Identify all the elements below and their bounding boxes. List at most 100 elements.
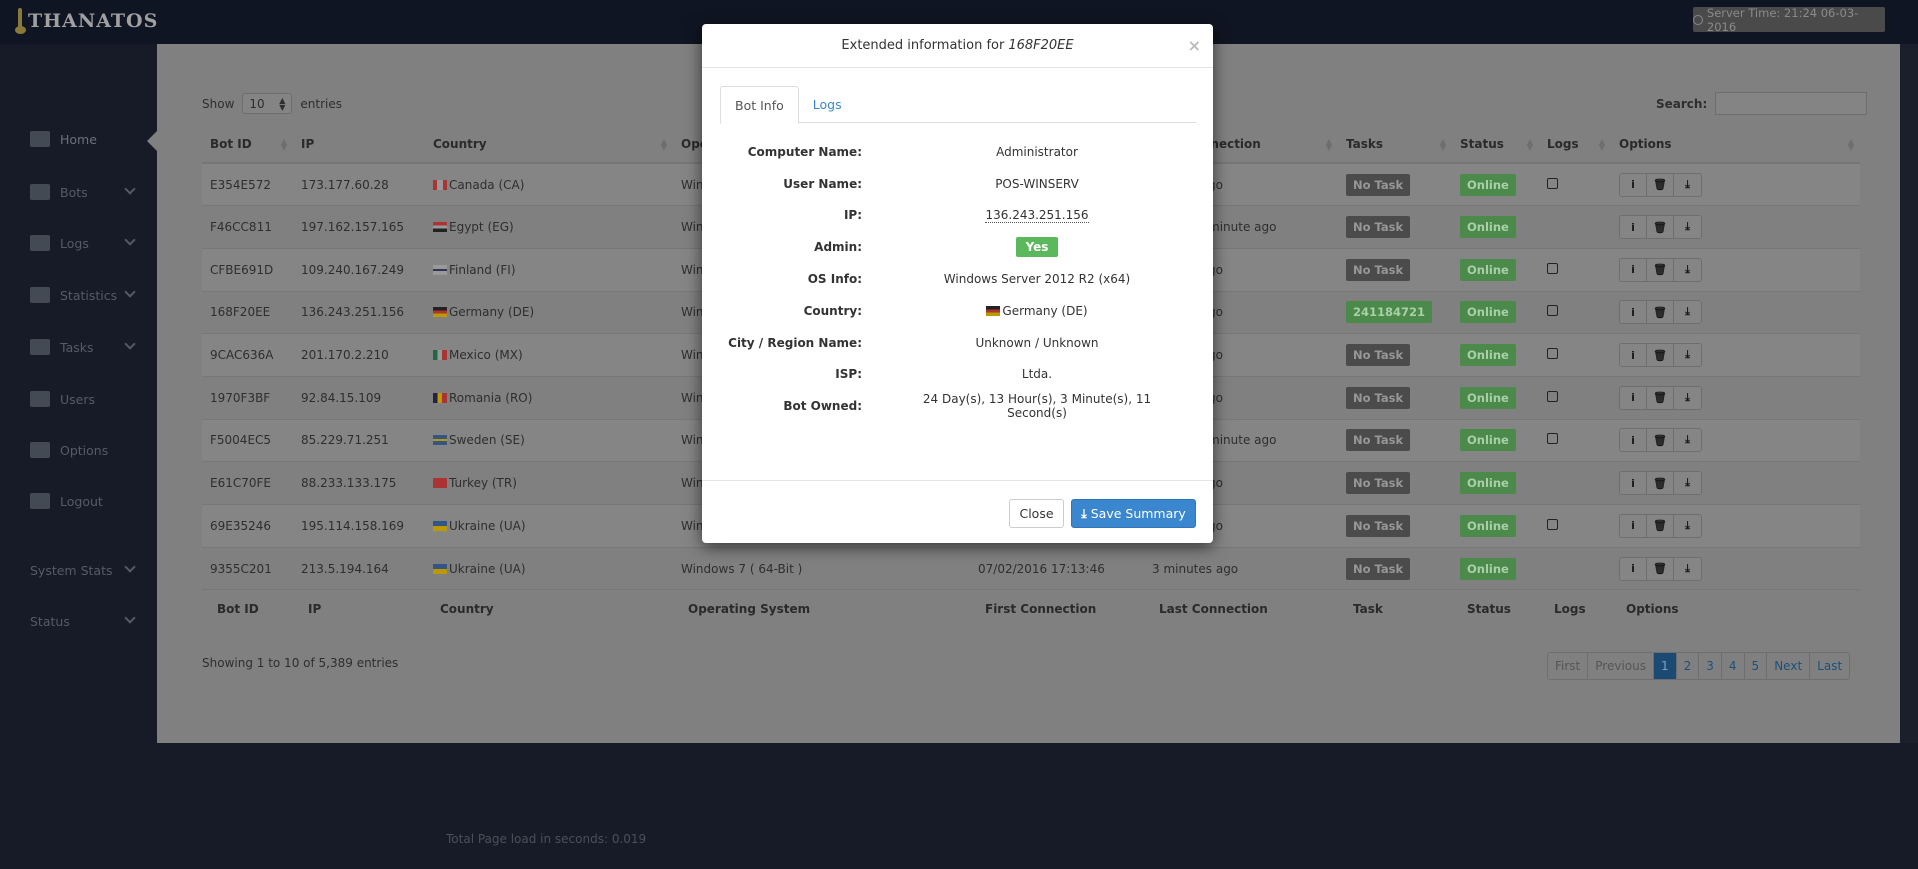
- logo[interactable]: THANATOS: [14, 6, 158, 36]
- sort-icon[interactable]: ▲ ▼: [1440, 138, 1446, 152]
- info-label: OS Info:: [807, 272, 862, 287]
- sort-icon[interactable]: ▲ ▼: [1599, 138, 1605, 152]
- edit-icon[interactable]: [1547, 518, 1558, 530]
- country-cell: Turkey (TR): [425, 461, 673, 505]
- task-badge[interactable]: No Task: [1346, 173, 1411, 196]
- value-text: Unknown / Unknown: [975, 335, 1099, 350]
- info-button[interactable]: i: [1620, 216, 1647, 239]
- delete-button[interactable]: 🗑: [1647, 216, 1674, 239]
- country-name: Finland (FI): [449, 262, 516, 277]
- chevron-down-icon: [124, 183, 136, 195]
- task-badge[interactable]: No Task: [1346, 557, 1411, 580]
- delete-button[interactable]: 🗑: [1647, 258, 1674, 281]
- tab-logs[interactable]: Logs: [799, 86, 856, 123]
- download-button[interactable]: ⤓: [1674, 429, 1701, 452]
- sidebar-item-tasks[interactable]: Tasks: [30, 335, 140, 359]
- edit-icon[interactable]: [1547, 433, 1558, 445]
- page-5[interactable]: 5: [1744, 653, 1768, 679]
- search-input[interactable]: [1715, 92, 1868, 115]
- delete-button[interactable]: 🗑: [1647, 472, 1674, 495]
- sidebar-item-users[interactable]: Users: [30, 387, 140, 411]
- column-header-status[interactable]: Status ▲ ▼: [1452, 126, 1539, 164]
- column-header-bot-id[interactable]: Bot ID ▲ ▼: [202, 126, 293, 164]
- delete-button[interactable]: 🗑: [1647, 173, 1674, 196]
- delete-button[interactable]: 🗑: [1647, 301, 1674, 324]
- column-header-country[interactable]: Country ▲ ▼: [425, 126, 673, 164]
- info-button[interactable]: i: [1620, 173, 1647, 196]
- sidebar-item-logout[interactable]: Logout: [30, 489, 140, 513]
- sort-icon[interactable]: ▲ ▼: [661, 138, 667, 152]
- info-button[interactable]: i: [1620, 472, 1647, 495]
- trash-icon: 🗑: [1647, 301, 1673, 324]
- delete-button[interactable]: 🗑: [1647, 429, 1674, 452]
- info-button[interactable]: i: [1620, 514, 1647, 537]
- edit-icon[interactable]: [1547, 177, 1558, 189]
- delete-button[interactable]: 🗑: [1647, 386, 1674, 409]
- table-row[interactable]: 9355C201 213.5.194.164 Ukraine (UA) Windows…: [202, 546, 1860, 590]
- sidebar-item-home[interactable]: Home: [30, 127, 140, 151]
- download-button[interactable]: ⤓: [1674, 386, 1701, 409]
- info-button[interactable]: i: [1620, 344, 1647, 367]
- page-next[interactable]: Next: [1767, 653, 1811, 679]
- info-button[interactable]: i: [1620, 258, 1647, 281]
- sort-icon[interactable]: ▲ ▼: [1326, 138, 1332, 152]
- column-header-logs[interactable]: Logs ▲ ▼: [1539, 126, 1611, 164]
- chevron-down-icon: [124, 286, 136, 298]
- download-button[interactable]: ⤓: [1674, 344, 1701, 367]
- task-badge[interactable]: No Task: [1346, 258, 1411, 281]
- page-1[interactable]: 1: [1653, 653, 1677, 679]
- download-button[interactable]: ⤓: [1674, 301, 1701, 324]
- info-button[interactable]: i: [1620, 386, 1647, 409]
- page-previous[interactable]: Previous: [1588, 653, 1654, 679]
- column-header-tasks[interactable]: Tasks ▲ ▼: [1338, 126, 1452, 164]
- ip-cell: 136.243.251.156: [293, 290, 425, 334]
- task-badge[interactable]: No Task: [1346, 429, 1411, 452]
- sidebar-item-statistics[interactable]: Statistics: [30, 283, 140, 307]
- download-button[interactable]: ⤓: [1674, 173, 1701, 196]
- tab-bot-info[interactable]: Bot Info: [720, 86, 799, 124]
- save-summary-button[interactable]: ⤓ Save Summary: [1071, 499, 1196, 528]
- page-4[interactable]: 4: [1721, 653, 1745, 679]
- page-first[interactable]: First: [1548, 653, 1589, 679]
- column-header-options[interactable]: Options ▲ ▼: [1611, 126, 1860, 164]
- status-badge: Online: [1460, 216, 1516, 239]
- sidebar-item-status[interactable]: Status: [30, 609, 140, 633]
- page-2[interactable]: 2: [1676, 653, 1700, 679]
- sort-icon[interactable]: ▲ ▼: [1527, 138, 1533, 152]
- chevron-down-icon: [124, 234, 136, 246]
- task-badge[interactable]: No Task: [1346, 514, 1411, 537]
- task-badge[interactable]: No Task: [1346, 344, 1411, 367]
- info-button[interactable]: i: [1620, 301, 1647, 324]
- sidebar-item-options[interactable]: Options: [30, 438, 140, 462]
- page-size-select[interactable]: 10 ▲ ▼: [242, 93, 293, 114]
- task-badge[interactable]: No Task: [1346, 386, 1411, 409]
- page-last[interactable]: Last: [1810, 653, 1850, 679]
- sort-icon[interactable]: ▲ ▼: [281, 138, 287, 152]
- delete-button[interactable]: 🗑: [1647, 557, 1674, 580]
- delete-button[interactable]: 🗑: [1647, 344, 1674, 367]
- sidebar-item-logs[interactable]: Logs: [30, 231, 140, 255]
- task-badge[interactable]: No Task: [1346, 216, 1411, 239]
- sidebar-item-bots[interactable]: Bots: [30, 180, 140, 204]
- close-icon[interactable]: ×: [1188, 36, 1201, 55]
- download-button[interactable]: ⤓: [1674, 514, 1701, 537]
- download-button[interactable]: ⤓: [1674, 557, 1701, 580]
- sidebar-item-system-stats[interactable]: System Stats: [30, 558, 140, 582]
- edit-icon[interactable]: [1547, 262, 1558, 274]
- delete-button[interactable]: 🗑: [1647, 514, 1674, 537]
- edit-icon[interactable]: [1547, 305, 1558, 317]
- ip-cell: 173.177.60.28: [293, 162, 425, 206]
- task-badge[interactable]: No Task: [1346, 472, 1411, 495]
- column-header-ip[interactable]: IP: [293, 126, 425, 164]
- sort-icon[interactable]: ▲ ▼: [1848, 138, 1854, 152]
- task-badge[interactable]: 241184721: [1346, 301, 1433, 324]
- close-button[interactable]: Close: [1009, 499, 1064, 528]
- download-button[interactable]: ⤓: [1674, 216, 1701, 239]
- edit-icon[interactable]: [1547, 390, 1558, 402]
- edit-icon[interactable]: [1547, 348, 1558, 360]
- info-button[interactable]: i: [1620, 429, 1647, 452]
- page-3[interactable]: 3: [1699, 653, 1722, 679]
- info-button[interactable]: i: [1620, 557, 1647, 580]
- download-button[interactable]: ⤓: [1674, 472, 1701, 495]
- download-button[interactable]: ⤓: [1674, 258, 1701, 281]
